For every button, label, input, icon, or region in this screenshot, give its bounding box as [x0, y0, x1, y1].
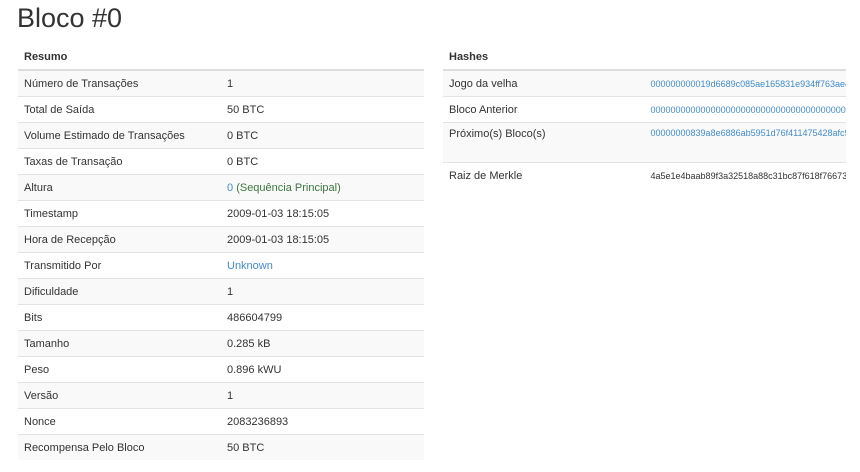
row-label-nonce: Nonce: [18, 408, 221, 435]
row-label-block-reward: Recompensa Pelo Bloco: [18, 434, 221, 460]
next-block-link[interactable]: 00000000839a8e6886ab5951d76f411475428afc…: [651, 128, 847, 138]
row-label-fees: Taxas de Transação: [18, 148, 221, 175]
table-row: Próximo(s) Bloco(s) 00000000839a8e6886ab…: [443, 122, 847, 163]
row-label-size: Tamanho: [18, 330, 221, 357]
table-row: Jogo da velha 000000000019d6689c085ae165…: [443, 69, 847, 97]
row-value-hash: 000000000019d6689c085ae165831e934ff763ae…: [644, 69, 847, 97]
row-value-next-blocks: 00000000839a8e6886ab5951d76f411475428afc…: [644, 122, 847, 163]
row-value-block-reward: 50 BTC: [221, 434, 424, 460]
page-title: Bloco #0: [17, 3, 123, 33]
row-label-bits: Bits: [18, 304, 221, 331]
previous-block-link[interactable]: 0000000000000000000000000000000000000000…: [651, 105, 847, 115]
row-value-transactions: 1: [221, 69, 424, 97]
row-label-total-output: Total de Saída: [18, 96, 221, 123]
table-row: Taxas de Transação 0 BTC: [18, 148, 424, 175]
summary-table: Resumo Número de Transações 1 Total de S…: [18, 44, 424, 460]
row-value-total-output: 50 BTC: [221, 96, 424, 123]
row-label-weight: Peso: [18, 356, 221, 383]
table-row: Recompensa Pelo Bloco 50 BTC: [18, 434, 424, 460]
row-value-merkle-root: 4a5e1e4baab89f3a32518a88c31bc87f618f7667…: [644, 162, 846, 188]
table-row: Raiz de Merkle 4a5e1e4baab89f3a32518a88c…: [443, 162, 846, 188]
table-row: Dificuldade 1: [18, 278, 424, 305]
row-label-relayed-by: Transmitido Por: [18, 252, 221, 279]
table-row: Número de Transações 1: [18, 69, 424, 97]
row-value-height: 0 (Sequência Principal): [221, 174, 424, 201]
table-row: Hora de Recepção 2009-01-03 18:15:05: [18, 226, 424, 253]
row-value-relayed-by: Unknown: [221, 252, 424, 279]
table-row: Timestamp 2009-01-03 18:15:05: [18, 200, 424, 227]
table-row: Transmitido Por Unknown: [18, 252, 424, 279]
table-row: Peso 0.896 kWU: [18, 356, 424, 383]
table-row: Total de Saída 50 BTC: [18, 96, 424, 123]
row-value-version: 1: [221, 382, 424, 409]
row-label-height: Altura: [18, 174, 221, 201]
row-value-nonce: 2083236893: [221, 408, 424, 435]
row-value-timestamp: 2009-01-03 18:15:05: [221, 200, 424, 227]
row-value-bits: 486604799: [221, 304, 424, 331]
row-label-merkle-root: Raiz de Merkle: [443, 162, 645, 188]
table-row: Tamanho 0.285 kB: [18, 330, 424, 357]
hashes-header: Hashes: [443, 44, 846, 71]
row-value-received-time: 2009-01-03 18:15:05: [221, 226, 424, 253]
row-label-difficulty: Dificuldade: [18, 278, 221, 305]
table-row: Bloco Anterior 0000000000000000000000000…: [443, 96, 847, 123]
row-value-estimated-volume: 0 BTC: [221, 122, 424, 149]
height-link[interactable]: 0: [227, 182, 233, 194]
row-label-received-time: Hora de Recepção: [18, 226, 221, 253]
row-label-transactions: Número de Transações: [18, 69, 221, 97]
hashes-table: Hashes Jogo da velha 000000000019d6689c0…: [443, 44, 846, 188]
row-value-difficulty: 1: [221, 278, 424, 305]
table-row: Bits 486604799: [18, 304, 424, 331]
row-value-weight: 0.896 kWU: [221, 356, 424, 383]
table-row: Nonce 2083236893: [18, 408, 424, 435]
main-chain-label: (Sequência Principal): [236, 181, 341, 194]
row-label-next-blocks: Próximo(s) Bloco(s): [443, 122, 645, 163]
relayed-by-link[interactable]: Unknown: [227, 260, 273, 272]
table-row: Volume Estimado de Transações 0 BTC: [18, 122, 424, 149]
row-label-hash: Jogo da velha: [443, 69, 645, 97]
row-label-estimated-volume: Volume Estimado de Transações: [18, 122, 221, 149]
table-row: Versão 1: [18, 382, 424, 409]
table-row: Altura 0 (Sequência Principal): [18, 174, 424, 201]
row-label-timestamp: Timestamp: [18, 200, 221, 227]
block-hash-link[interactable]: 000000000019d6689c085ae165831e934ff763ae…: [651, 79, 847, 89]
summary-header: Resumo: [18, 44, 424, 71]
row-value-size: 0.285 kB: [221, 330, 424, 357]
row-label-previous-block: Bloco Anterior: [443, 96, 645, 123]
row-value-previous-block: 0000000000000000000000000000000000000000…: [644, 96, 847, 123]
row-value-fees: 0 BTC: [221, 148, 424, 175]
row-label-version: Versão: [18, 382, 221, 409]
